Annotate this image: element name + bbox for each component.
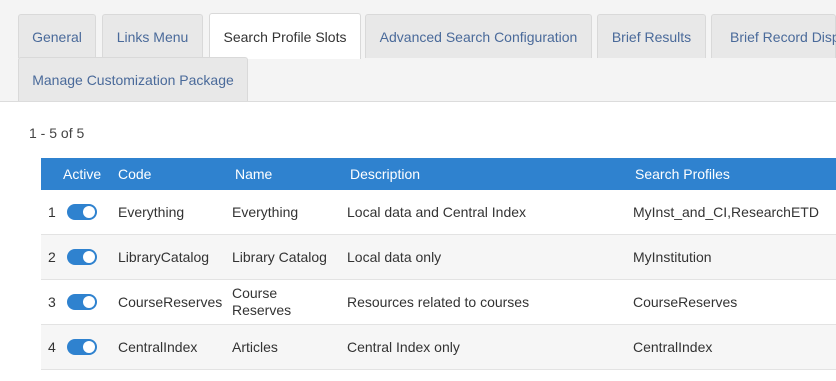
cell-description: Local data only <box>347 248 442 265</box>
row-number: 1 <box>48 203 56 220</box>
cell-search-profiles: CentralIndex <box>633 338 713 355</box>
cell-search-profiles: CourseReserves <box>633 293 738 310</box>
tab-links-menu[interactable]: Links Menu <box>102 14 203 58</box>
table-row[interactable]: 1 Everything Everything Local data and C… <box>41 190 836 235</box>
table-header: Active Code Name Description Search Prof… <box>41 158 836 190</box>
active-toggle[interactable] <box>67 294 97 310</box>
active-toggle[interactable] <box>67 204 97 220</box>
header-code[interactable]: Code <box>118 158 151 190</box>
toggle-knob <box>83 341 95 353</box>
header-active[interactable]: Active <box>63 158 101 190</box>
cell-name: Everything <box>232 203 299 220</box>
active-toggle[interactable] <box>67 249 97 265</box>
pagination-count: 1 - 5 of 5 <box>29 125 85 141</box>
cell-name: Course Reserves <box>232 285 292 318</box>
toggle-knob <box>83 206 95 218</box>
tab-brief-results[interactable]: Brief Results <box>597 14 706 58</box>
cell-description: Central Index only <box>347 338 460 355</box>
active-toggle[interactable] <box>67 339 97 355</box>
cell-search-profiles: MyInstitution <box>633 248 712 265</box>
cell-code: LibraryCatalog <box>118 248 210 265</box>
cell-name: Articles <box>232 338 278 355</box>
tab-general[interactable]: General <box>18 14 96 58</box>
cell-name: Library Catalog <box>232 248 327 265</box>
cell-code: CourseReserves <box>118 293 223 310</box>
table-row[interactable]: 4 CentralIndex Articles Central Index on… <box>41 325 836 370</box>
toggle-knob <box>83 296 95 308</box>
header-name[interactable]: Name <box>235 158 272 190</box>
row-number: 4 <box>48 338 56 355</box>
cell-search-profiles: MyInst_and_CI,ResearchETD <box>633 203 819 220</box>
search-profile-slots-table: Active Code Name Description Search Prof… <box>41 158 836 370</box>
content-panel: 1 - 5 of 5 Active Code Name Description … <box>0 102 836 381</box>
table-row[interactable]: 2 LibraryCatalog Library Catalog Local d… <box>41 235 836 280</box>
cell-code: CentralIndex <box>118 338 198 355</box>
tab-bar: General Links Menu Search Profile Slots … <box>0 0 836 102</box>
row-number: 3 <box>48 293 56 310</box>
cell-description: Local data and Central Index <box>347 203 527 220</box>
row-number: 2 <box>48 248 56 265</box>
cell-description: Resources related to courses <box>347 293 530 310</box>
header-search-profiles[interactable]: Search Profiles <box>635 158 730 190</box>
tab-search-profile-slots[interactable]: Search Profile Slots <box>209 13 361 59</box>
header-description[interactable]: Description <box>350 158 420 190</box>
tab-manage-customization-package[interactable]: Manage Customization Package <box>18 57 248 101</box>
toggle-knob <box>83 251 95 263</box>
table-row[interactable]: 3 CourseReserves Course Reserves Resourc… <box>41 280 836 325</box>
tab-advanced-search-configuration[interactable]: Advanced Search Configuration <box>365 14 592 58</box>
cell-code: Everything <box>118 203 185 220</box>
tab-brief-record-display[interactable]: Brief Record Displ <box>711 14 836 58</box>
